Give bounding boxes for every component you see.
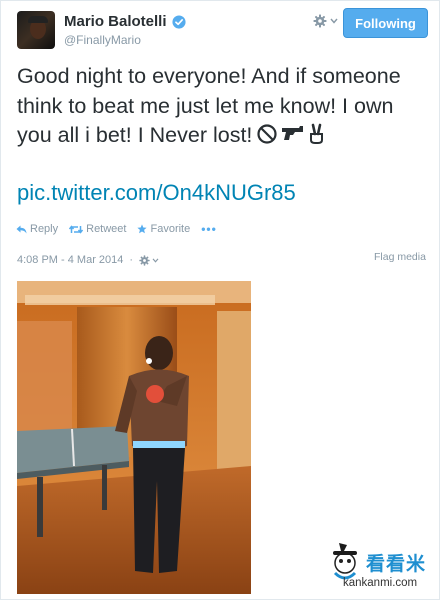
retweet-label: Retweet bbox=[86, 223, 127, 235]
reply-icon bbox=[16, 225, 27, 233]
person-pants bbox=[133, 448, 185, 573]
reply-button[interactable]: Reply bbox=[16, 223, 58, 235]
tweet-text: Good night to everyone! And if someone t… bbox=[17, 62, 427, 151]
verified-badge-icon bbox=[171, 14, 186, 29]
timestamp[interactable]: 4:08 PM - 4 Mar 2014 bbox=[17, 254, 123, 266]
paddle bbox=[146, 385, 164, 403]
watermark-url: kankanmi.com bbox=[343, 577, 418, 589]
retweet-button[interactable]: Retweet bbox=[69, 223, 126, 235]
table-leg bbox=[102, 465, 107, 510]
watermark-brand: 看看米 bbox=[366, 554, 427, 575]
tweet-meta: 4:08 PM - 4 Mar 2014 · bbox=[17, 254, 159, 266]
gear-icon bbox=[139, 254, 150, 266]
gun-icon bbox=[282, 126, 304, 140]
more-actions-button[interactable]: ••• bbox=[201, 222, 217, 236]
user-handle[interactable]: @FinallyMario bbox=[64, 33, 141, 47]
favorite-label: Favorite bbox=[150, 223, 191, 235]
tweet-photo[interactable] bbox=[17, 281, 251, 594]
gear-icon bbox=[313, 14, 327, 28]
prohibited-icon bbox=[257, 124, 278, 144]
meta-gear-menu[interactable] bbox=[139, 254, 159, 266]
watermark: 看看米 kankanmi.com bbox=[323, 541, 438, 597]
reply-label: Reply bbox=[30, 223, 59, 235]
retweet-icon bbox=[69, 224, 84, 234]
star-icon bbox=[137, 224, 148, 234]
chevron-down-icon bbox=[152, 257, 159, 263]
display-name[interactable]: Mario Balotelli bbox=[64, 13, 167, 30]
flag-media-link[interactable]: Flag media bbox=[374, 251, 426, 263]
tweet-media-link[interactable]: pic.twitter.com/On4kNUGr85 bbox=[17, 180, 296, 206]
tweet-text-content: Good night to everyone! And if someone t… bbox=[17, 64, 401, 147]
chevron-down-icon bbox=[330, 18, 338, 24]
avatar-cap bbox=[28, 16, 48, 23]
tweet-actions: Reply Retweet Favorite ••• bbox=[16, 222, 217, 236]
name-row: Mario Balotelli bbox=[64, 13, 186, 30]
avatar[interactable] bbox=[17, 11, 55, 49]
ceiling-soffit bbox=[25, 295, 215, 305]
following-button[interactable]: Following bbox=[343, 8, 428, 38]
emoji-group bbox=[256, 123, 326, 145]
person-head bbox=[145, 336, 173, 370]
victory-hand-icon bbox=[310, 123, 324, 144]
favorite-button[interactable]: Favorite bbox=[137, 223, 190, 235]
settings-menu[interactable] bbox=[313, 14, 338, 28]
ping-pong-ball bbox=[146, 358, 152, 364]
right-wall-panel bbox=[217, 311, 251, 481]
table-leg bbox=[37, 477, 43, 537]
photo-scene bbox=[17, 281, 251, 594]
waistband bbox=[133, 441, 185, 448]
meta-separator: · bbox=[129, 254, 134, 266]
